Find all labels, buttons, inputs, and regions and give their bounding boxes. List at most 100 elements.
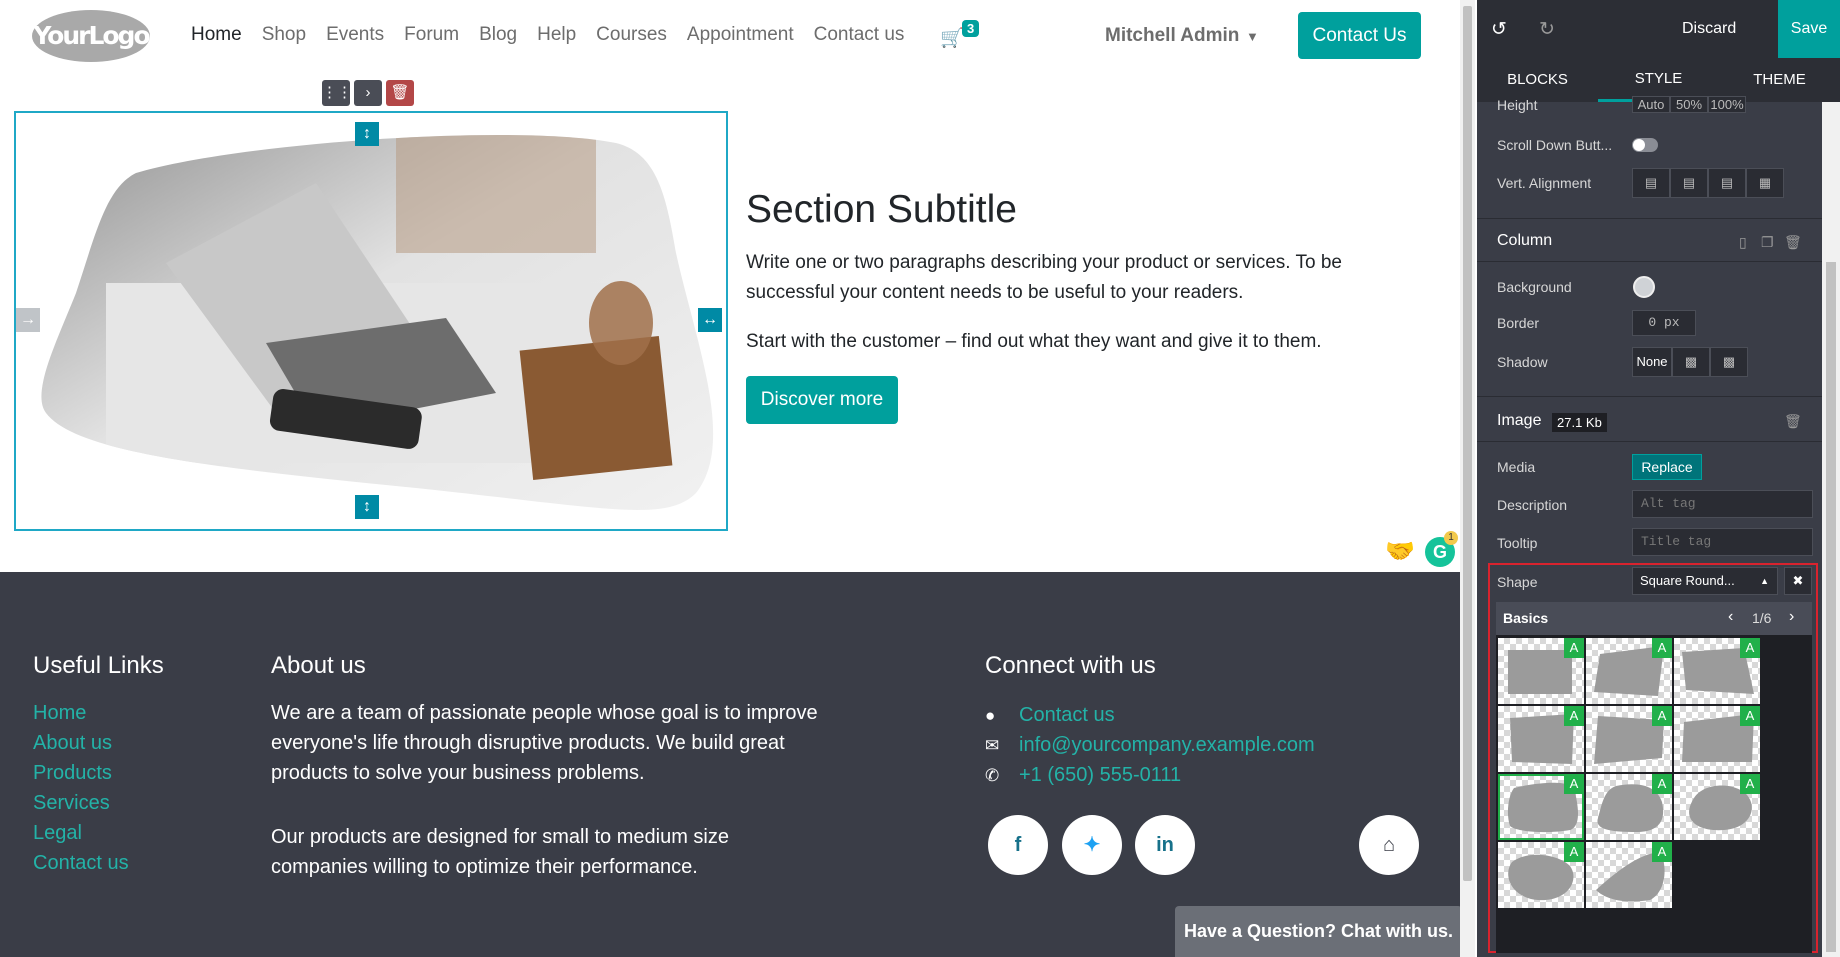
resize-right-handle[interactable]: ↔ [698, 308, 722, 332]
panel-scrollbar[interactable] [1822, 102, 1840, 957]
footer-link-services[interactable]: Services [33, 788, 129, 818]
cart-count-badge: 3 [962, 20, 980, 37]
duplicate-icon[interactable]: ❐ [1761, 234, 1774, 251]
shadow-outset-icon[interactable]: ▩ [1672, 347, 1710, 377]
editor-panel: ↺ ↻ Discard Save BLOCKS STYLE THEME Heig… [1477, 0, 1840, 957]
chevron-left-icon[interactable]: ‹ [1728, 608, 1733, 626]
align-middle-icon[interactable]: ▤ [1670, 168, 1708, 198]
connect-contact-link[interactable]: Contact us [1019, 704, 1115, 726]
save-button[interactable]: Save [1778, 0, 1840, 58]
about-us-paragraph-2: Our products are designed for small to m… [271, 826, 729, 878]
chevron-right-icon[interactable]: › [354, 80, 382, 106]
linkedin-icon[interactable]: in [1135, 815, 1195, 875]
undo-icon[interactable]: ↺ [1491, 18, 1507, 41]
align-stretch-icon[interactable]: ▦ [1746, 168, 1784, 198]
connect-phone-link[interactable]: +1 (650) 555-0111 [1019, 764, 1181, 786]
nav-appointment[interactable]: Appointment [687, 24, 794, 46]
home-icon[interactable]: ⌂ [1359, 815, 1419, 875]
background-color-picker[interactable] [1633, 276, 1655, 298]
vert-alignment-row: Vert. Alignment ▤ ▤ ▤ ▦ [1477, 166, 1822, 200]
animated-badge: A [1652, 774, 1672, 794]
shape-thumb-5[interactable]: A [1586, 706, 1672, 772]
live-chat-button[interactable]: Have a Question? Chat with us. [1175, 906, 1460, 957]
section-paragraph-1: Write one or two paragraphs describing y… [746, 252, 1342, 303]
connect-title: Connect with us [985, 652, 1156, 679]
height-50-option[interactable]: 50% [1670, 96, 1708, 113]
redo-icon[interactable]: ↻ [1539, 18, 1555, 41]
title-tag-input[interactable]: Title tag [1632, 528, 1813, 556]
section-subtitle: Section Subtitle [746, 188, 1018, 231]
shape-thumb-4[interactable]: A [1498, 706, 1584, 772]
trash-icon[interactable]: 🗑 [1784, 234, 1802, 251]
shadow-none-option[interactable]: None [1632, 347, 1672, 377]
column-title: Column [1497, 232, 1553, 249]
mobile-icon[interactable]: ▯ [1739, 234, 1747, 251]
chevron-right-icon[interactable]: › [1789, 608, 1794, 626]
nav-home[interactable]: Home [191, 24, 242, 46]
align-top-icon[interactable]: ▤ [1632, 168, 1670, 198]
footer-link-products[interactable]: Products [33, 758, 129, 788]
nav-shop[interactable]: Shop [262, 24, 306, 46]
footer-link-home[interactable]: Home [33, 698, 129, 728]
shape-thumb-8[interactable]: A [1586, 774, 1672, 840]
shape-thumb-7-selected[interactable]: A [1498, 774, 1584, 840]
nav-forum[interactable]: Forum [404, 24, 459, 46]
shape-thumb-9[interactable]: A [1674, 774, 1760, 840]
shape-thumb-2[interactable]: A [1586, 638, 1672, 704]
discover-more-button[interactable]: Discover more [746, 376, 898, 424]
scroll-down-row: Scroll Down Butt... [1477, 128, 1822, 162]
footer-link-legal[interactable]: Legal [33, 818, 129, 848]
cart-icon[interactable]: 🛒 [940, 26, 964, 50]
site-logo[interactable]: YourLogo [32, 10, 151, 62]
nav-help[interactable]: Help [537, 24, 576, 46]
main-nav: Home Shop Events Forum Blog Help Courses… [191, 24, 904, 46]
footer-link-about[interactable]: About us [33, 728, 129, 758]
user-menu[interactable]: Mitchell Admin [1105, 25, 1239, 47]
tooltip-label: Tooltip [1497, 535, 1538, 551]
connect-email-link[interactable]: info@yourcompany.example.com [1019, 734, 1315, 756]
shadow-inset-icon[interactable]: ▩ [1710, 347, 1748, 377]
border-width-input[interactable]: 0 px [1632, 310, 1696, 336]
resize-vertical-top-handle[interactable]: ↕ [355, 122, 379, 146]
tooltip-row: Tooltip Title tag [1477, 526, 1822, 560]
handshake-icon[interactable]: 🤝 [1385, 537, 1415, 566]
shape-thumb-6[interactable]: A [1674, 706, 1760, 772]
alt-tag-input[interactable]: Alt tag [1632, 490, 1813, 518]
scrollbar-thumb[interactable] [1826, 262, 1836, 952]
resize-left-handle[interactable]: → [16, 308, 40, 332]
resize-vertical-bottom-handle[interactable]: ↕ [355, 495, 379, 519]
border-value: 0 [1648, 315, 1657, 330]
trash-icon[interactable]: 🗑 [1784, 413, 1802, 430]
scroll-down-toggle[interactable] [1632, 138, 1658, 152]
header-contact-button[interactable]: Contact Us [1298, 12, 1421, 59]
image-title: Image [1497, 412, 1542, 429]
replace-media-button[interactable]: Replace [1632, 454, 1702, 480]
trash-icon[interactable]: 🗑 [386, 80, 414, 106]
scrollbar-thumb[interactable] [1463, 6, 1472, 881]
selected-image-frame[interactable] [14, 111, 728, 531]
height-auto-option[interactable]: Auto [1632, 96, 1670, 113]
laptop-image[interactable] [16, 113, 730, 533]
shape-thumb-3[interactable]: A [1674, 638, 1760, 704]
image-size-badge: 27.1 Kb [1552, 413, 1607, 432]
page-scrollbar[interactable] [1460, 0, 1475, 957]
nav-courses[interactable]: Courses [596, 24, 667, 46]
caret-down-icon[interactable]: ▼ [1246, 29, 1259, 44]
description-row: Description Alt tag [1477, 488, 1822, 522]
shape-thumb-11[interactable]: A [1586, 842, 1672, 908]
shape-thumb-1[interactable]: A [1498, 638, 1584, 704]
height-100-option[interactable]: 100% [1708, 96, 1746, 113]
connect-contact-row: ● Contact us [985, 704, 1115, 727]
border-row: Border 0 px [1477, 306, 1822, 340]
align-bottom-icon[interactable]: ▤ [1708, 168, 1746, 198]
discard-button[interactable]: Discard [1682, 20, 1736, 38]
nav-events[interactable]: Events [326, 24, 384, 46]
nav-contact-us[interactable]: Contact us [814, 24, 905, 46]
grid-move-icon[interactable]: ⋮⋮ [322, 80, 352, 106]
footer-link-contact[interactable]: Contact us [33, 848, 129, 878]
nav-blog[interactable]: Blog [479, 24, 517, 46]
shape-thumb-10[interactable]: A [1498, 842, 1584, 908]
site-footer: Useful Links Home About us Products Serv… [0, 572, 1460, 957]
twitter-icon[interactable]: ✦ [1062, 815, 1122, 875]
facebook-icon[interactable]: f [988, 815, 1048, 875]
